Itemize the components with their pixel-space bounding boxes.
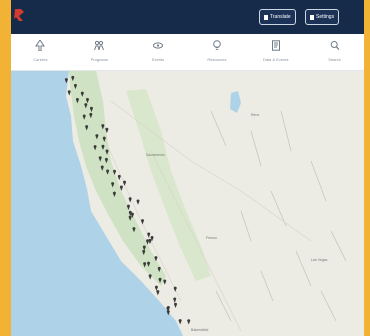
nav-item-label: Careers <box>33 57 48 62</box>
gear-icon <box>310 14 314 20</box>
svg-text:Las Vegas: Las Vegas <box>311 258 328 262</box>
tree-icon <box>35 40 46 51</box>
eye-icon <box>153 42 164 49</box>
left-accent-border <box>0 0 11 336</box>
map-canvas[interactable]: Reno Sacramento Fresno Las Vegas Bakersf… <box>11 71 364 336</box>
nav-item-events[interactable]: Events <box>138 40 178 62</box>
svg-text:Sacramento: Sacramento <box>146 153 165 157</box>
main-navigation: Careers Programs Events Resources Data &… <box>11 34 364 71</box>
document-icon <box>271 40 280 51</box>
program-map[interactable]: Reno Sacramento Fresno Las Vegas Bakersf… <box>11 71 364 336</box>
settings-button-label: Settings <box>316 14 335 20</box>
top-header-bar: Translate Settings <box>11 0 364 34</box>
nav-item-label: Events <box>151 57 165 62</box>
lightbulb-icon <box>213 40 221 50</box>
ribbon-icon[interactable] <box>13 8 25 22</box>
people-icon <box>94 40 105 51</box>
right-accent-border <box>364 0 370 336</box>
nav-item-label: Programs <box>90 57 108 62</box>
search-icon <box>330 41 339 51</box>
svg-text:Reno: Reno <box>251 113 259 117</box>
translate-button-label: Translate <box>270 14 291 20</box>
nav-item-search[interactable]: Search <box>315 40 355 62</box>
nav-item-label: Search <box>328 57 341 62</box>
settings-button[interactable]: Settings <box>305 9 340 25</box>
svg-text:Bakersfield: Bakersfield <box>191 328 208 332</box>
nav-item-careers[interactable]: Careers <box>20 40 60 62</box>
svg-text:Fresno: Fresno <box>206 236 217 240</box>
nav-item-data-events[interactable]: Data & Events <box>256 40 296 62</box>
nav-item-programs[interactable]: Programs <box>79 40 119 62</box>
translate-icon <box>264 14 268 20</box>
translate-button[interactable]: Translate <box>259 9 296 25</box>
nav-item-label: Resources <box>207 57 227 62</box>
nav-item-resources[interactable]: Resources <box>197 40 237 62</box>
nav-item-label: Data & Events <box>262 57 289 62</box>
